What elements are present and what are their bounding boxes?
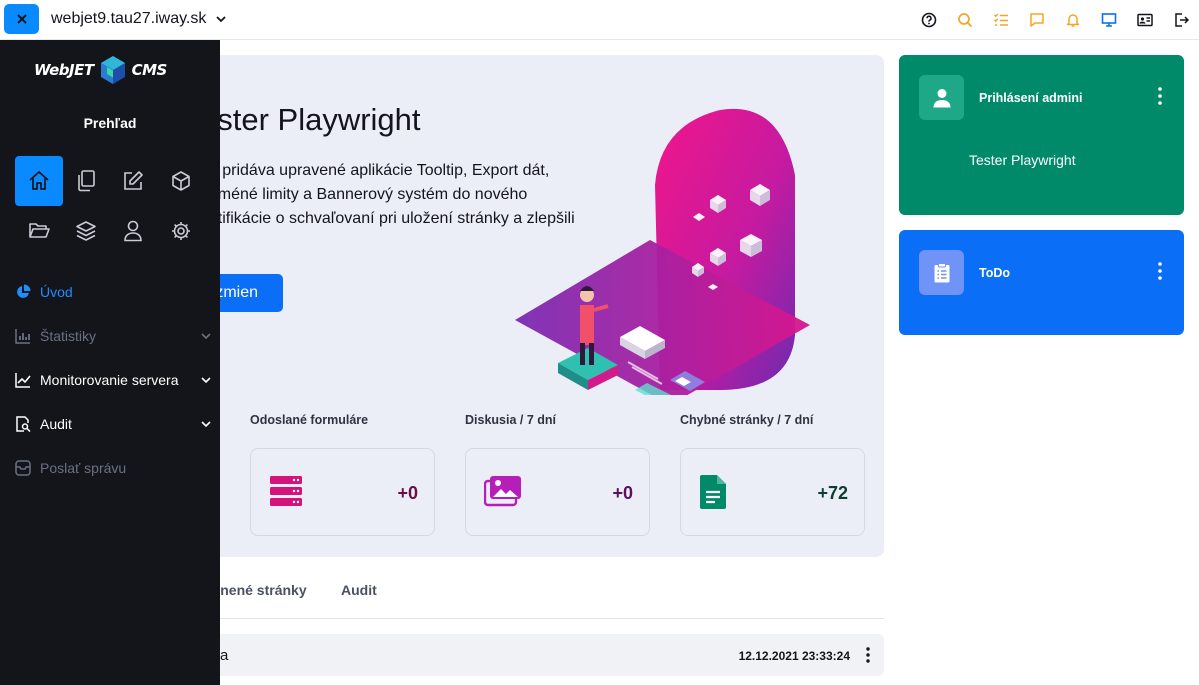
folder-open-icon	[29, 223, 50, 238]
user-icon	[124, 220, 142, 242]
stat-card-forms[interactable]: +0	[250, 448, 435, 536]
logout-icon[interactable]	[1163, 10, 1199, 30]
pages-button[interactable]	[62, 156, 110, 206]
admin-name: Tester Playwright	[969, 152, 1076, 168]
top-bar: webjet9.tau27.iway.sk	[0, 0, 1199, 40]
stat-card-discussion[interactable]: +0	[465, 448, 650, 536]
user-icon	[919, 75, 964, 120]
line-chart-icon	[15, 372, 40, 388]
list-item-date: 12.12.2021 23:33:24	[738, 649, 850, 663]
search-icon[interactable]	[947, 10, 983, 30]
more-options-icon[interactable]	[1158, 262, 1162, 285]
logo-cube-icon	[100, 56, 125, 84]
chart-pie-icon	[15, 284, 40, 300]
stat-label-forms: Odoslané formuláre	[250, 413, 369, 427]
admins-widget-title: Prihlásení admini	[979, 91, 1083, 105]
clipboard-icon	[919, 250, 964, 295]
sidebar-item-statistiky[interactable]: Štatistiky	[15, 324, 211, 348]
copy-icon	[78, 170, 95, 192]
images-icon	[483, 475, 522, 512]
sidebar-item-monitoring[interactable]: Monitorovanie servera	[15, 368, 211, 392]
more-options-icon[interactable]	[1158, 87, 1162, 110]
welcome-illustration	[515, 108, 810, 395]
id-card-icon[interactable]	[1127, 10, 1163, 30]
sidebar-item-uvod[interactable]: Úvod	[15, 280, 211, 304]
stat-value-forms: +0	[397, 483, 418, 503]
tab-audit[interactable]: Audit	[341, 582, 377, 598]
edit-icon	[124, 171, 143, 190]
templates-button[interactable]	[62, 206, 110, 256]
sidebar-item-send-message[interactable]: Poslať správu	[15, 456, 211, 480]
users-button[interactable]	[109, 206, 157, 256]
close-icon	[16, 14, 27, 24]
stat-value-discussion: +0	[612, 483, 633, 503]
chevron-down-icon[interactable]	[201, 375, 211, 385]
tasks-icon[interactable]	[983, 10, 1019, 30]
content-tabs: menené stránky Audit	[200, 582, 884, 619]
admins-widget: Prihlásení admini Tester Playwright	[899, 55, 1184, 215]
apps-button[interactable]	[157, 156, 205, 206]
help-icon[interactable]	[911, 10, 947, 30]
home-icon	[29, 171, 49, 190]
settings-button[interactable]	[157, 206, 205, 256]
welcome-title: ester Playwright	[200, 102, 421, 137]
server-icon	[269, 475, 303, 512]
stat-card-broken-pages[interactable]: +72	[680, 448, 865, 536]
stat-label-broken-pages: Chybné stránky / 7 dní	[680, 413, 814, 427]
edit-button[interactable]	[109, 156, 157, 206]
home-button[interactable]	[15, 156, 63, 206]
more-options-icon[interactable]	[866, 647, 870, 668]
chevron-down-icon[interactable]	[201, 331, 211, 341]
bell-icon[interactable]	[1055, 10, 1091, 30]
domain-selector[interactable]: webjet9.tau27.iway.sk	[51, 10, 206, 28]
webjet-logo[interactable]: WebJET CMS	[34, 55, 167, 85]
chevron-down-icon[interactable]	[201, 419, 211, 429]
list-item[interactable]: ania 12.12.2021 23:33:24	[200, 634, 884, 676]
stat-value-broken-pages: +72	[817, 483, 848, 503]
monitor-icon[interactable]	[1091, 10, 1127, 30]
close-button[interactable]	[4, 4, 39, 34]
gear-icon	[172, 222, 190, 240]
welcome-panel: ester Playwright 45 pridáva upravené apl…	[200, 55, 884, 557]
sidebar: WebJET CMS Prehľad Úvod Štatistiky Monit…	[0, 40, 220, 685]
file-search-icon	[15, 416, 40, 432]
files-button[interactable]	[15, 206, 63, 256]
chat-icon[interactable]	[1019, 10, 1055, 30]
document-icon	[699, 475, 727, 514]
chevron-down-icon[interactable]	[215, 12, 227, 30]
box-icon	[172, 171, 190, 191]
todo-widget-title: ToDo	[979, 266, 1011, 280]
bar-chart-icon	[15, 328, 40, 344]
message-icon	[15, 460, 40, 476]
todo-widget: ToDo	[899, 230, 1184, 335]
stat-label-discussion: Diskusia / 7 dní	[465, 413, 557, 427]
sidebar-item-audit[interactable]: Audit	[15, 412, 211, 436]
layers-icon	[76, 221, 96, 241]
sidebar-title: Prehľad	[83, 115, 137, 131]
